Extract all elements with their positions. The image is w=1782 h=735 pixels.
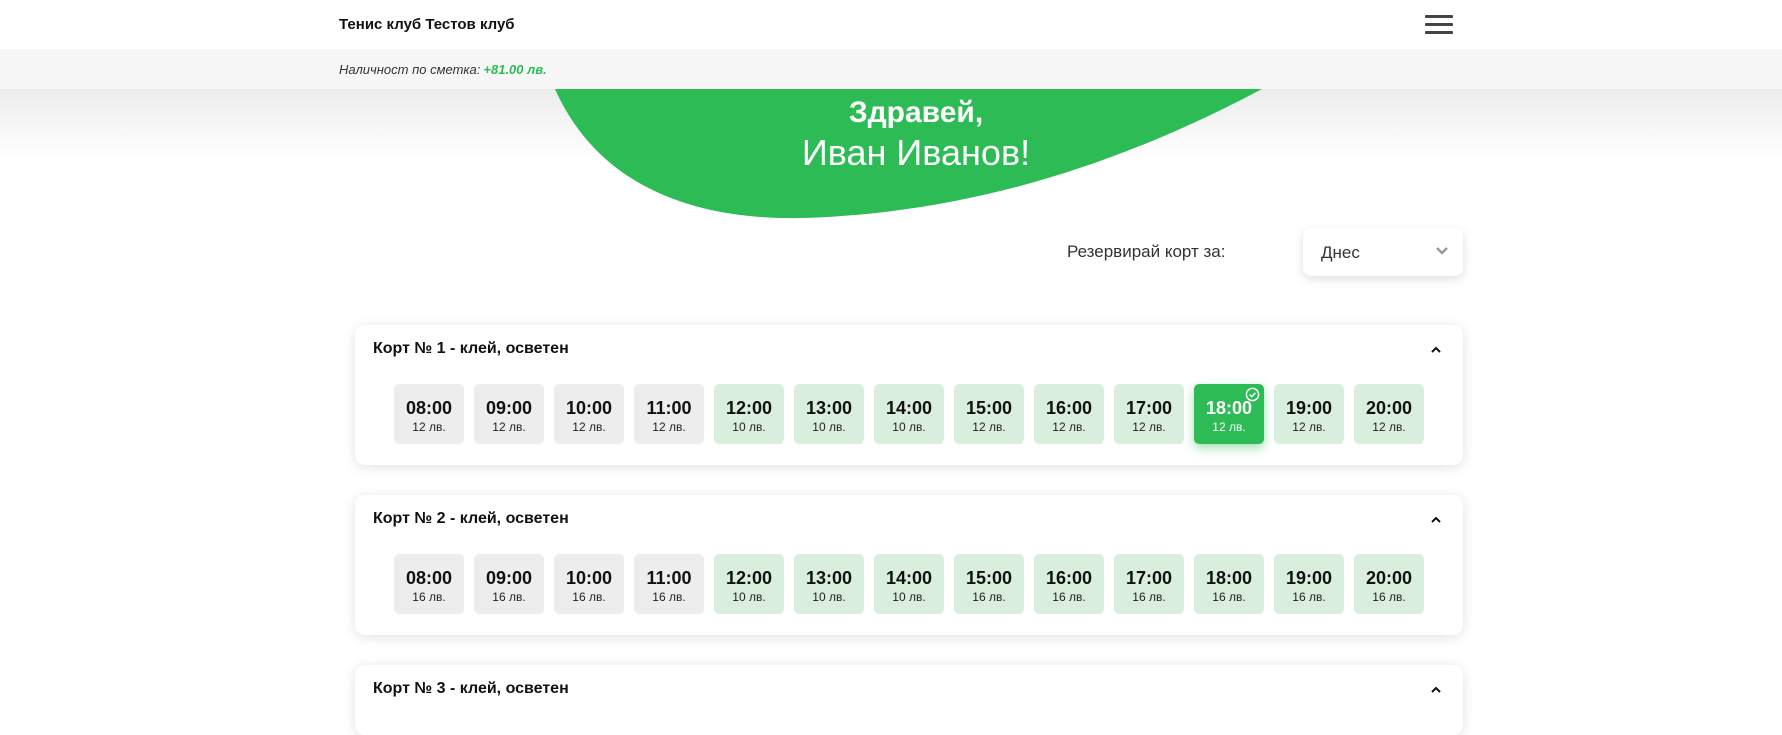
slot-time: 20:00 [1365, 398, 1413, 418]
slot-time: 11:00 [646, 398, 692, 418]
slot-time: 18:00 [1205, 568, 1253, 588]
slot-time: 10:00 [565, 398, 613, 418]
slot-price: 10 лв. [732, 420, 766, 434]
time-slot[interactable]: 11:00 16 лв. [634, 554, 704, 614]
slot-time: 17:00 [1125, 568, 1173, 588]
time-slot[interactable]: 11:00 12 лв. [634, 384, 704, 444]
time-slot[interactable]: 12:00 10 лв. [714, 554, 784, 614]
time-slot[interactable]: 18:00 16 лв. [1194, 554, 1264, 614]
time-slot[interactable]: 14:00 10 лв. [874, 554, 944, 614]
court-title: Корт № 1 - клей, осветен [373, 340, 569, 357]
reserve-court-label: Резервирай корт за: [1067, 242, 1226, 261]
slot-time: 08:00 [405, 398, 453, 418]
time-slot[interactable]: 18:00 12 лв. [1194, 384, 1264, 444]
slot-time: 10:00 [565, 568, 613, 588]
slot-time: 08:00 [405, 568, 453, 588]
time-slot[interactable]: 12:00 10 лв. [714, 384, 784, 444]
court-card-1: Корт № 1 - клей, осветен 08:00 12 лв. 09:0… [355, 325, 1463, 465]
time-slot[interactable]: 16:00 16 лв. [1034, 554, 1104, 614]
slot-price: 12 лв. [652, 420, 686, 434]
time-slot[interactable]: 20:00 16 лв. [1354, 554, 1424, 614]
slot-price: 16 лв. [1292, 590, 1326, 604]
slot-time: 09:00 [485, 568, 533, 588]
slot-time: 09:00 [485, 398, 533, 418]
time-slot[interactable]: 15:00 12 лв. [954, 384, 1024, 444]
greeting-hello: Здравей, [848, 96, 984, 129]
time-slot[interactable]: 17:00 16 лв. [1114, 554, 1184, 614]
slot-price: 12 лв. [1292, 420, 1326, 434]
time-slot[interactable]: 20:00 12 лв. [1354, 384, 1424, 444]
check-circle-icon [1245, 387, 1260, 402]
slot-time: 15:00 [965, 398, 1013, 418]
slot-time: 19:00 [1285, 568, 1333, 588]
slot-price: 16 лв. [972, 590, 1006, 604]
court-card-2: Корт № 2 - клей, осветен 08:00 16 лв. 09:0… [355, 495, 1463, 635]
slot-price: 16 лв. [1372, 590, 1406, 604]
slot-price: 12 лв. [1212, 420, 1246, 434]
slot-price: 16 лв. [1052, 590, 1086, 604]
time-slot[interactable]: 19:00 16 лв. [1274, 554, 1344, 614]
time-slot[interactable]: 08:00 16 лв. [394, 554, 464, 614]
slot-price: 10 лв. [892, 590, 926, 604]
slot-price: 12 лв. [972, 420, 1006, 434]
time-slots: 08:00 12 лв. 09:00 12 лв. 10:00 12 лв. 11:00 12… [394, 384, 1424, 444]
time-slot[interactable]: 14:00 10 лв. [874, 384, 944, 444]
chevron-down-icon [1436, 247, 1448, 255]
time-slot[interactable]: 10:00 12 лв. [554, 384, 624, 444]
time-slot[interactable]: 19:00 12 лв. [1274, 384, 1344, 444]
greeting-username: Иван Иванов! [801, 132, 1031, 173]
slot-time: 13:00 [805, 398, 853, 418]
slot-price: 10 лв. [732, 590, 766, 604]
slot-price: 12 лв. [492, 420, 526, 434]
court-title: Корт № 2 - клей, осветен [373, 510, 569, 527]
chevron-up-icon[interactable] [1429, 343, 1443, 357]
slot-price: 16 лв. [1212, 590, 1246, 604]
slot-time: 14:00 [885, 568, 933, 588]
slot-price: 12 лв. [1372, 420, 1406, 434]
time-slot[interactable]: 09:00 16 лв. [474, 554, 544, 614]
slot-time: 15:00 [965, 568, 1013, 588]
time-slot[interactable]: 08:00 12 лв. [394, 384, 464, 444]
slot-time: 19:00 [1285, 398, 1333, 418]
slot-time: 20:00 [1365, 568, 1413, 588]
slot-price: 10 лв. [812, 590, 846, 604]
slot-price: 16 лв. [1132, 590, 1166, 604]
slot-price: 16 лв. [652, 590, 686, 604]
day-select-value: Днес [1321, 243, 1360, 262]
slot-time: 14:00 [885, 398, 933, 418]
slot-price: 10 лв. [892, 420, 926, 434]
slot-price: 12 лв. [1052, 420, 1086, 434]
time-slot[interactable]: 15:00 16 лв. [954, 554, 1024, 614]
time-slot[interactable]: 09:00 12 лв. [474, 384, 544, 444]
slot-time: 12:00 [725, 568, 773, 588]
slot-price: 12 лв. [572, 420, 606, 434]
slot-price: 16 лв. [492, 590, 526, 604]
slot-price: 10 лв. [812, 420, 846, 434]
time-slot[interactable]: 10:00 16 лв. [554, 554, 624, 614]
slot-price: 12 лв. [1132, 420, 1166, 434]
time-slots: 08:00 16 лв. 09:00 16 лв. 10:00 16 лв. 11:00 16… [394, 554, 1424, 614]
time-slot[interactable]: 17:00 12 лв. [1114, 384, 1184, 444]
slot-time: 17:00 [1125, 398, 1173, 418]
slot-time: 13:00 [805, 568, 853, 588]
chevron-up-icon[interactable] [1429, 683, 1443, 697]
slot-time: 16:00 [1045, 398, 1093, 418]
slot-price: 12 лв. [412, 420, 446, 434]
slot-time: 12:00 [725, 398, 773, 418]
slot-price: 16 лв. [412, 590, 446, 604]
chevron-up-icon[interactable] [1429, 513, 1443, 527]
time-slot[interactable]: 13:00 10 лв. [794, 384, 864, 444]
slot-price: 16 лв. [572, 590, 606, 604]
court-card-3: Корт № 3 - клей, осветен [355, 665, 1463, 735]
slot-time: 11:00 [646, 568, 692, 588]
slot-time: 16:00 [1045, 568, 1093, 588]
time-slot[interactable]: 16:00 12 лв. [1034, 384, 1104, 444]
day-select[interactable]: Днес [1303, 228, 1463, 276]
time-slot[interactable]: 13:00 10 лв. [794, 554, 864, 614]
court-title: Корт № 3 - клей, осветен [373, 680, 569, 697]
